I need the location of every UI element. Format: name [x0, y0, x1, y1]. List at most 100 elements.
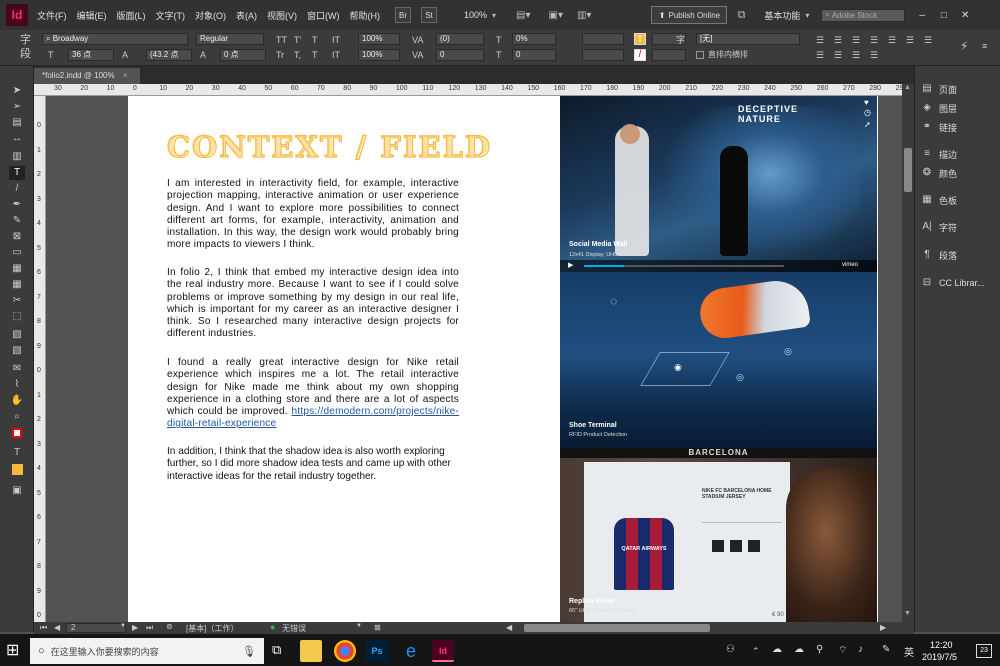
table-tool-icon[interactable]: ▦: [9, 262, 25, 276]
panel-pages[interactable]: ▤ 页面: [921, 80, 997, 98]
gap-tool-icon[interactable]: ↔: [9, 132, 25, 146]
skew-field[interactable]: 0: [512, 49, 556, 61]
type-tool-icon[interactable]: T: [9, 166, 25, 180]
document-tab[interactable]: *folio2.indd @ 100% ×: [34, 68, 140, 84]
tracking-field[interactable]: 0: [436, 49, 484, 61]
body-paragraph-4[interactable]: In addition, I think that the shadow ide…: [167, 446, 459, 483]
volume-icon[interactable]: ♪: [858, 644, 863, 655]
chevron-down-icon[interactable]: ▾: [805, 11, 809, 20]
shoe-terminal-image[interactable]: ◉ ◌ ◎ ◎ Shoe Terminal RFID Product Detec…: [560, 272, 877, 448]
page-title[interactable]: CONTEXT / FIELD: [166, 129, 490, 168]
superscript-button[interactable]: T': [294, 34, 301, 46]
panel-links[interactable]: ⚭ 链接: [921, 118, 997, 136]
rectangle-tool-icon[interactable]: ▭: [9, 246, 25, 260]
selection-tool-icon[interactable]: ➤: [9, 84, 25, 98]
font-style-field[interactable]: Regular: [196, 33, 264, 45]
menu-file[interactable]: 文件(F): [32, 9, 72, 22]
next-page-icon[interactable]: ▶: [132, 623, 138, 632]
people-icon[interactable]: ⚇: [726, 644, 735, 655]
scroll-down-arrow-icon[interactable]: ▼: [904, 610, 911, 617]
note-tool-icon[interactable]: ✉: [9, 362, 25, 376]
baseline-shift-field[interactable]: 0 点: [220, 49, 266, 61]
stroke-type-field[interactable]: [582, 49, 624, 61]
indesign-taskbar-icon[interactable]: Id: [432, 640, 454, 662]
zoom-level[interactable]: 100%: [459, 10, 492, 20]
rectangle-frame-tool-icon[interactable]: ⊠: [9, 230, 25, 244]
panel-paragraph[interactable]: ¶ 段落: [921, 246, 997, 264]
horizontal-ruler[interactable]: 30 20 10 0 10 20 30 40 50 60 70 80 90 100 110 120 130 140…: [34, 84, 902, 96]
strikethrough-button[interactable]: T: [312, 49, 318, 61]
notification-center-icon[interactable]: 23: [976, 644, 992, 658]
publish-online-button[interactable]: ⬆ Publish Online: [651, 6, 728, 24]
fill-stroke-swatch-icon[interactable]: [9, 428, 25, 442]
tint-field[interactable]: 0%: [512, 33, 556, 45]
menu-view[interactable]: 视图(V): [262, 9, 302, 22]
subscript-button[interactable]: T,: [294, 49, 301, 61]
stroke-tint-field[interactable]: [652, 49, 686, 61]
play-icon[interactable]: ▶: [568, 261, 573, 269]
microphone-icon[interactable]: 🎙: [242, 645, 256, 658]
kerning-field[interactable]: (0): [436, 33, 484, 45]
menu-edit[interactable]: 编辑(E): [72, 9, 112, 22]
share-icon[interactable]: ⧉: [737, 9, 745, 22]
bridge-button[interactable]: Br: [395, 7, 411, 23]
menu-object[interactable]: 对象(O): [190, 9, 231, 22]
panel-layers[interactable]: ◈ 图层: [921, 99, 997, 117]
preflight-status[interactable]: 无错误: [282, 623, 306, 634]
character-style-dropdown[interactable]: [无]: [696, 33, 800, 45]
photoshop-icon[interactable]: Ps: [366, 640, 388, 662]
close-tab-icon[interactable]: ×: [123, 71, 128, 80]
justify-right-icon[interactable]: ☰: [906, 34, 914, 46]
vertical-scroll-thumb[interactable]: [904, 148, 912, 192]
panel-cc-libraries[interactable]: ⊟ CC Librar...: [921, 274, 997, 292]
taskbar-search-box[interactable]: ○ 在这里输入你要搜索的内容 🎙: [30, 638, 264, 664]
windows-start-icon[interactable]: ⊞: [6, 640, 19, 660]
align-away-spine-icon[interactable]: ☰: [834, 49, 842, 61]
panel-swatches[interactable]: ▦ 色板: [921, 191, 997, 209]
align-right-icon[interactable]: ☰: [852, 34, 860, 46]
heart-icon[interactable]: ♥: [864, 98, 869, 107]
chrome-icon[interactable]: [334, 640, 356, 662]
file-explorer-icon[interactable]: [300, 640, 322, 662]
onedrive-icon[interactable]: ☁: [772, 644, 782, 655]
preflight-menu-icon[interactable]: ⊠: [374, 623, 381, 632]
menu-table[interactable]: 表(A): [231, 9, 262, 22]
grid-tool-icon[interactable]: ▦: [9, 278, 25, 292]
chevron-down-icon[interactable]: ▾: [492, 11, 496, 20]
network-icon[interactable]: ⚲: [816, 644, 823, 655]
task-view-icon[interactable]: ⧉: [272, 642, 281, 658]
scroll-left-arrow-icon[interactable]: ◀: [506, 623, 512, 632]
view-options-icon[interactable]: ▤▾: [516, 10, 530, 21]
justify-center-icon[interactable]: ☰: [888, 34, 896, 46]
last-page-icon[interactable]: ⏭: [146, 623, 153, 633]
align-center-icon[interactable]: ☰: [834, 34, 842, 46]
content-collector-icon[interactable]: ▥: [9, 150, 25, 164]
close-button[interactable]: ✕: [961, 10, 969, 21]
watch-later-icon[interactable]: ◷: [864, 108, 871, 117]
character-formatting-icon[interactable]: 字: [20, 34, 31, 46]
screen-mode-icon[interactable]: ▣▾: [549, 10, 563, 21]
paragraph-formatting-icon[interactable]: 段: [20, 48, 31, 60]
panel-menu-icon[interactable]: ≡: [982, 40, 987, 52]
adobe-stock-search[interactable]: ⌕ Adobe Stock: [821, 8, 906, 22]
vertical-scrollbar[interactable]: ▲ ▼: [902, 84, 914, 622]
share-icon[interactable]: ➚: [864, 120, 871, 129]
workspace-switcher[interactable]: 基本功能: [759, 9, 805, 22]
underline-button[interactable]: T: [312, 34, 318, 46]
body-paragraph-3[interactable]: I found a really great interactive desig…: [167, 357, 459, 431]
chevron-down-icon[interactable]: ▼: [120, 623, 126, 629]
body-paragraph-1[interactable]: I am interested in interactivity field, …: [167, 178, 459, 252]
page-number-field[interactable]: 2: [66, 623, 126, 633]
vertical-ruler[interactable]: 0 1 2 3 4 5 6 7 8 9 0 1 2 3 4 5 6 7 8 9 0: [34, 96, 46, 622]
minimize-button[interactable]: –: [919, 10, 925, 21]
all-caps-button[interactable]: TT: [276, 34, 287, 46]
line-tool-icon[interactable]: /: [9, 182, 25, 196]
font-size-field[interactable]: 36 点: [68, 49, 114, 61]
horizontal-scale-field[interactable]: 100%: [358, 49, 400, 61]
vertical-scale-field[interactable]: 100%: [358, 33, 400, 45]
font-family-field[interactable]: ⌕ Broadway: [42, 33, 188, 45]
zoom-tool-icon[interactable]: ⌕: [9, 410, 25, 424]
prev-page-icon[interactable]: ◀: [54, 623, 60, 632]
bullets-icon[interactable]: ☰: [852, 49, 860, 61]
quick-apply-icon[interactable]: ⚡: [960, 40, 968, 52]
